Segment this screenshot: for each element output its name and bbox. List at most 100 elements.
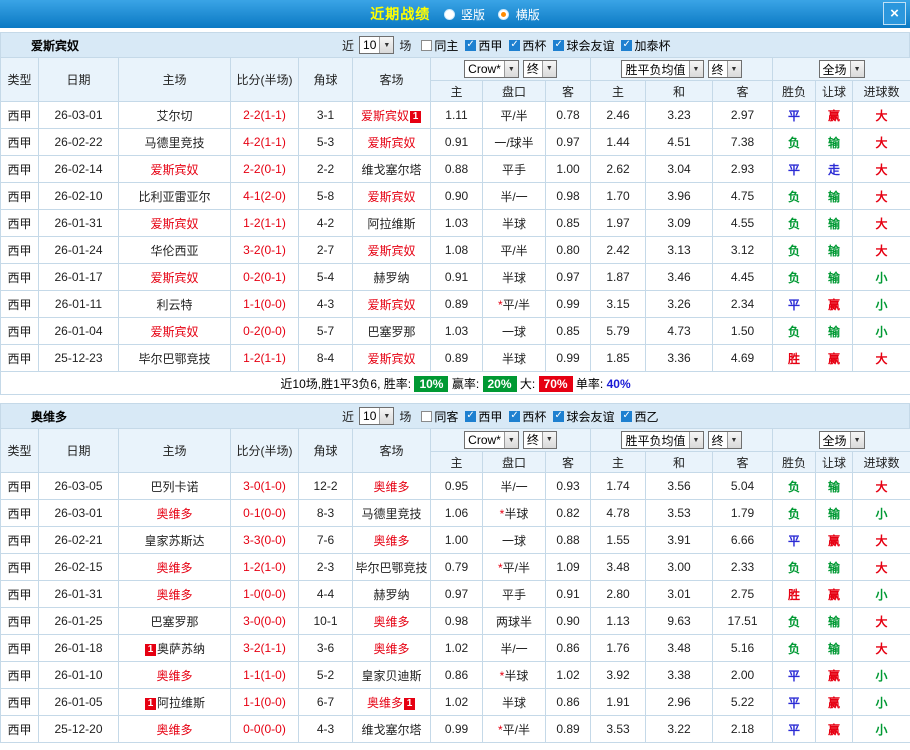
filter-option-2[interactable]: 西杯 xyxy=(509,408,546,425)
team-name: 毕尔巴鄂竞技 xyxy=(138,351,211,366)
score-cell: 2-2(0-1) xyxy=(230,155,299,183)
handicap-cell: 两球半 xyxy=(482,607,546,635)
odds-company-select[interactable]: Crow* ▼ xyxy=(464,60,519,79)
radio-horizontal-layout-icon[interactable] xyxy=(498,9,510,20)
away-odds-cell: 0.88 xyxy=(545,526,591,554)
league-cell: 西甲 xyxy=(0,155,39,183)
team-name: 奥维多 xyxy=(156,506,193,521)
team-name: 奥维多 xyxy=(373,614,410,629)
team-name: 爱斯宾奴 xyxy=(367,189,416,204)
filter-option-2-checkbox[interactable] xyxy=(509,410,521,422)
scope-select-value: 全场 xyxy=(822,433,847,448)
home-team-cell: 爱斯宾奴 xyxy=(118,263,231,291)
filter-option-2-label: 西杯 xyxy=(522,409,547,424)
handicap-result-cell: 赢 xyxy=(815,661,854,689)
team-name: 奥维多 xyxy=(156,560,193,575)
filter-option-1-checkbox[interactable] xyxy=(465,39,477,51)
column-subheader: 让球 xyxy=(815,451,854,473)
scope-select[interactable]: 全场 ▼ xyxy=(818,431,865,449)
league-cell: 西甲 xyxy=(0,661,39,689)
filter-option-4-checkbox[interactable] xyxy=(621,410,633,422)
score-cell: 3-3(0-0) xyxy=(230,526,299,554)
corner-cell: 5-2 xyxy=(298,661,353,689)
match-count-select[interactable]: 10 ▼ xyxy=(359,407,395,425)
away-team-cell: 爱斯宾奴 xyxy=(352,344,431,372)
radio-vertical-layout-icon[interactable] xyxy=(443,9,455,20)
date-cell: 26-01-17 xyxy=(38,263,119,291)
europe-odds-select[interactable]: 胜平负均值 ▼ xyxy=(621,431,704,449)
draw-odds-cell: 3.36 xyxy=(645,344,713,372)
corner-cell: 5-4 xyxy=(298,263,353,291)
home-odds-cell: 1.08 xyxy=(430,236,483,264)
odds-stage-select[interactable]: 终 ▼ xyxy=(522,59,557,78)
home-odds-cell: 0.79 xyxy=(430,553,483,581)
result-cell: 胜 xyxy=(772,344,817,372)
europe-stage-select[interactable]: 终 ▼ xyxy=(707,431,742,449)
filter-option-0-checkbox[interactable] xyxy=(421,39,433,51)
filter-option-3[interactable]: 球会友谊 xyxy=(553,408,614,425)
goals-result-cell: 大 xyxy=(852,472,910,500)
column-subheader: 进球数 xyxy=(852,80,910,102)
filter-option-3[interactable]: 球会友谊 xyxy=(553,37,614,54)
date-cell: 26-02-22 xyxy=(38,128,119,156)
home-odds-cell: 0.98 xyxy=(430,607,483,635)
filter-option-1[interactable]: 西甲 xyxy=(465,37,502,54)
home-odds-cell: 0.95 xyxy=(430,472,483,500)
filter-option-3-checkbox[interactable] xyxy=(553,410,565,422)
match-count-select[interactable]: 10 ▼ xyxy=(359,36,395,54)
odds-company-select-chevron-down-icon: ▼ xyxy=(503,432,518,449)
away-odds-cell: 0.86 xyxy=(545,634,591,662)
draw-odds-cell: 3.46 xyxy=(645,263,713,291)
radio-vertical-layout-label[interactable]: 竖版 xyxy=(461,8,485,22)
date-cell: 26-01-31 xyxy=(38,209,119,237)
odds-stage-select[interactable]: 终 ▼ xyxy=(522,430,557,449)
radio-horizontal-layout-label[interactable]: 横版 xyxy=(516,8,540,22)
odds-company-select[interactable]: Crow* ▼ xyxy=(464,431,519,450)
europe-odds-select[interactable]: 胜平负均值 ▼ xyxy=(621,60,704,78)
handicap-cell: *平/半 xyxy=(482,553,546,581)
filter-option-1-checkbox[interactable] xyxy=(465,410,477,422)
home-odds-cell: 1.03 xyxy=(430,209,483,237)
filter-option-0-checkbox[interactable] xyxy=(421,410,433,422)
team-name: 奥维多 xyxy=(366,695,403,710)
away-odds-cell: 0.78 xyxy=(545,101,591,129)
filter-option-2-checkbox[interactable] xyxy=(509,39,521,51)
europe-stage-select[interactable]: 终 ▼ xyxy=(707,60,742,78)
scope-select[interactable]: 全场 ▼ xyxy=(818,60,865,78)
filter-option-4-checkbox[interactable] xyxy=(621,39,633,51)
team-title: 爱斯宾奴 xyxy=(31,38,80,53)
team-name: 爱斯宾奴 xyxy=(367,297,416,312)
home-team-cell: 华伦西亚 xyxy=(118,236,231,264)
filter-option-2[interactable]: 西杯 xyxy=(509,37,546,54)
away-team-cell: 皇家贝迪斯 xyxy=(352,661,431,689)
result-cell: 负 xyxy=(772,553,817,581)
filter-option-4[interactable]: 加泰杯 xyxy=(621,37,670,54)
score-cell: 3-0(0-0) xyxy=(230,607,299,635)
column-header: 客场 xyxy=(352,57,431,102)
filter-option-4[interactable]: 西乙 xyxy=(621,408,658,425)
away-team-cell: 奥维多 xyxy=(352,634,431,662)
scope-select-cell: 全场 ▼ xyxy=(772,428,910,452)
corner-cell: 4-4 xyxy=(298,580,353,608)
table-row: 西甲 26-01-17 爱斯宾奴 0-2(0-1) 5-4 赫罗纳 0.91 半球 0.97 1.… xyxy=(0,263,910,291)
corner-cell: 3-6 xyxy=(298,634,353,662)
result-cell: 负 xyxy=(772,128,817,156)
team-name: 阿拉维斯 xyxy=(367,216,416,231)
away-win-odds-cell: 6.66 xyxy=(711,526,774,554)
home-team-cell: 毕尔巴鄂竞技 xyxy=(118,344,231,372)
filter-option-3-checkbox[interactable] xyxy=(553,39,565,51)
team-name: 奥维多 xyxy=(373,479,410,494)
team-name: 皇家苏斯达 xyxy=(144,533,205,548)
table-row: 西甲 26-03-05 巴列卡诺 3-0(1-0) 12-2 奥维多 0.95 半/一 0.93… xyxy=(0,472,910,500)
odds-select-cell: Crow* ▼ 终 ▼ xyxy=(430,428,591,452)
league-cell: 西甲 xyxy=(0,128,39,156)
away-win-odds-cell: 2.33 xyxy=(711,553,774,581)
close-button[interactable]: × xyxy=(883,2,906,25)
home-team-cell: 爱斯宾奴 xyxy=(118,209,231,237)
result-cell: 平 xyxy=(772,290,817,318)
away-team-cell: 爱斯宾奴 xyxy=(352,182,431,210)
filter-option-0[interactable]: 同客 xyxy=(421,408,458,425)
filter-option-1[interactable]: 西甲 xyxy=(465,408,502,425)
filter-option-0[interactable]: 同主 xyxy=(421,37,458,54)
away-team-cell: 赫罗纳 xyxy=(352,263,431,291)
